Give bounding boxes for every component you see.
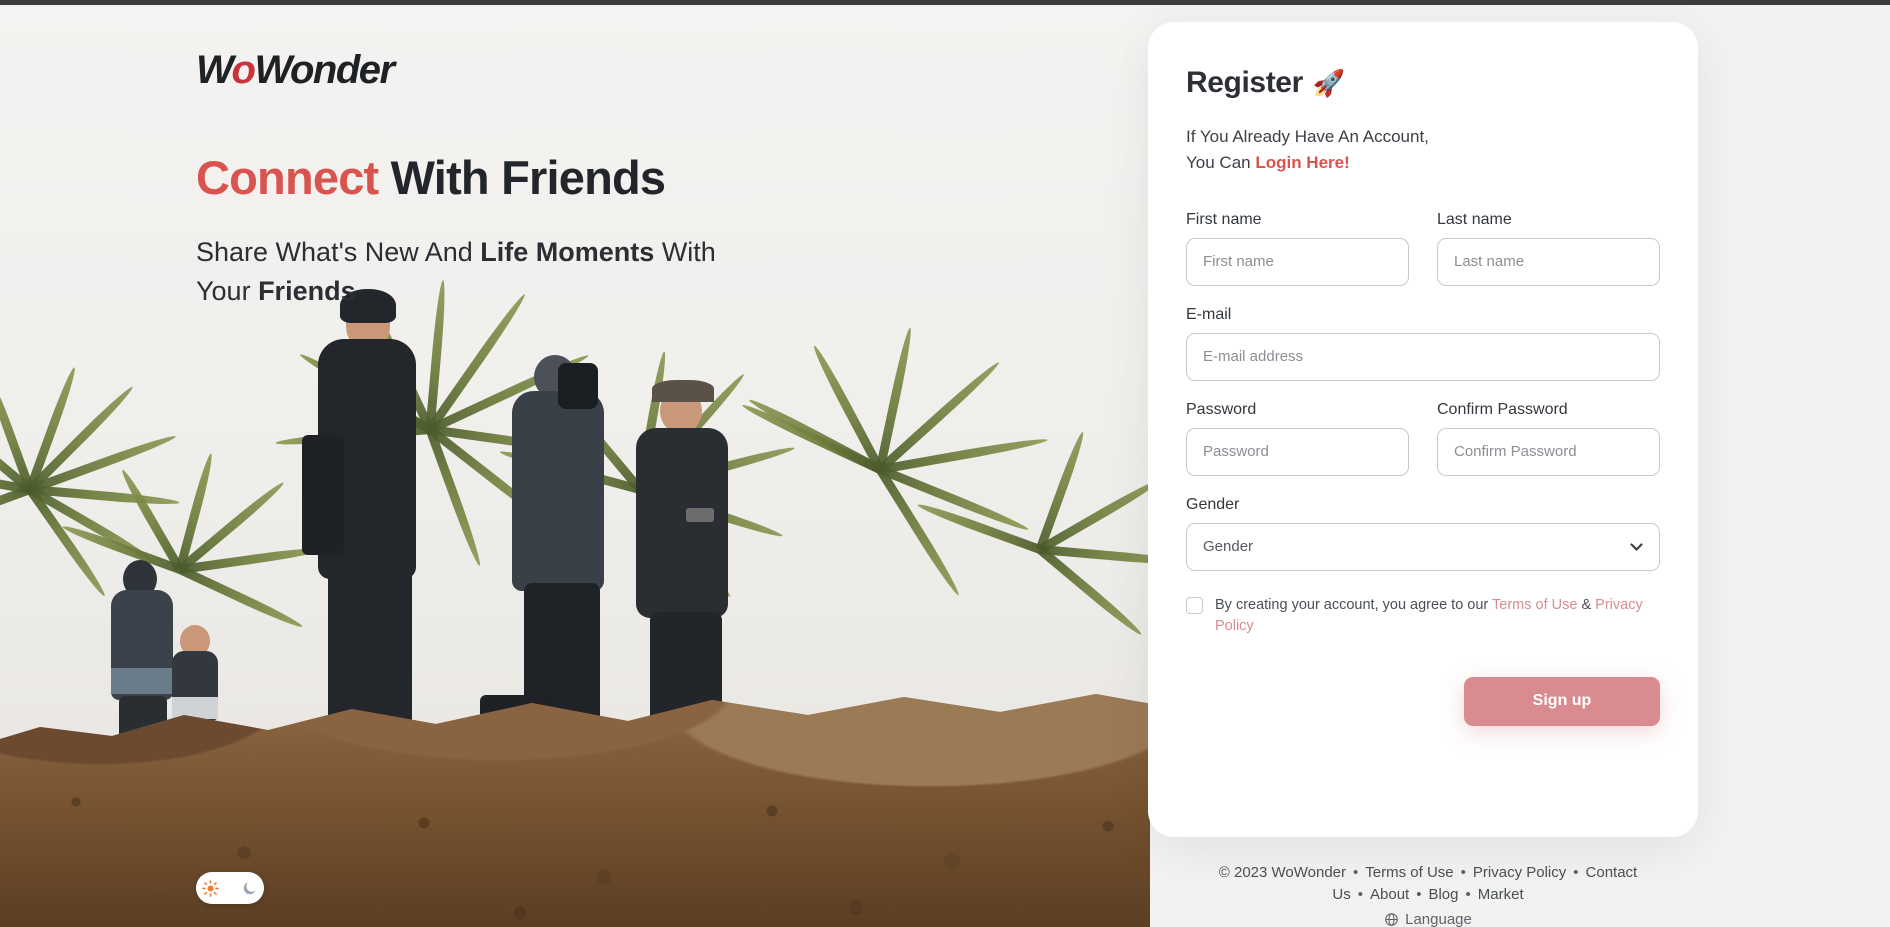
email-label: E-mail: [1186, 305, 1232, 323]
logo-part-2: Wonder: [254, 48, 395, 92]
footer: © 2023 WoWonder • Terms of Use • Privacy Pol…: [1148, 862, 1708, 927]
password-field-group: Password: [1186, 401, 1409, 476]
translate-icon: [1385, 913, 1398, 926]
footer-language-row: Language: [1148, 906, 1708, 927]
language-label: Language: [1405, 910, 1472, 927]
first-name-label: First name: [1186, 210, 1262, 228]
language-selector[interactable]: Language: [1384, 909, 1472, 927]
sun-icon[interactable]: [201, 879, 220, 898]
wowonder-logo[interactable]: WoWonder: [196, 48, 395, 92]
terms-text: By creating your account, you agree to o…: [1215, 595, 1660, 637]
last-name-label: Last name: [1437, 210, 1512, 228]
email-field-group: E-mail: [1186, 306, 1660, 381]
login-prompt: If You Already Have An Account, You Can …: [1186, 124, 1660, 177]
confirm-password-label: Confirm Password: [1437, 400, 1568, 418]
footer-link-privacy-policy[interactable]: Privacy Policy: [1473, 864, 1566, 881]
password-fields-row: Password Confirm Password: [1186, 401, 1660, 476]
confirm-password-field-group: Confirm Password: [1437, 401, 1660, 476]
footer-sep-1: •: [1353, 864, 1359, 881]
logo-red-o: o: [231, 48, 256, 92]
password-label: Password: [1186, 400, 1257, 418]
subline-bold-friends: Friends: [258, 275, 356, 306]
headline-rest: With Friends: [378, 151, 666, 204]
gender-label: Gender: [1186, 495, 1240, 513]
footer-link-blog[interactable]: Blog: [1428, 886, 1458, 903]
hero-headline: Connect With Friends: [196, 151, 916, 205]
signup-button-row: Sign up: [1186, 676, 1660, 726]
sign-up-button[interactable]: Sign up: [1464, 676, 1660, 726]
theme-mode-toggle[interactable]: [196, 872, 264, 904]
last-name-field-group: Last name: [1437, 211, 1660, 286]
terms-amp: &: [1577, 596, 1596, 613]
subline-part-a: Share What's New And: [196, 236, 481, 267]
terms-checkbox[interactable]: [1186, 596, 1203, 614]
page-title: Register: [1186, 66, 1303, 99]
terms-prefix: By creating your account, you agree to o…: [1215, 596, 1493, 613]
gender-select[interactable]: Gender: [1186, 522, 1660, 571]
subline-bold-life-moments: Life Moments: [480, 236, 655, 267]
footer-link-about[interactable]: About: [1370, 886, 1409, 903]
login-prompt-line1: If You Already Have An Account,: [1186, 127, 1429, 146]
hero-copy-block: WoWonder Connect With Friends Share What…: [196, 50, 916, 311]
headline-accent-word: Connect: [196, 151, 379, 204]
footer-sep-2: •: [1460, 864, 1466, 881]
terms-of-use-link[interactable]: Terms of Use: [1492, 597, 1577, 613]
rocket-icon: 🚀: [1312, 67, 1345, 98]
footer-sep-3: •: [1573, 864, 1579, 881]
first-name-field-group: First name: [1186, 211, 1409, 286]
email-input[interactable]: [1186, 332, 1660, 381]
confirm-password-input[interactable]: [1437, 427, 1660, 476]
footer-sep-4: •: [1357, 885, 1363, 903]
browser-chrome-bar: [0, 0, 1890, 5]
login-here-link[interactable]: Login Here!: [1255, 153, 1349, 172]
name-fields-row: First name Last name: [1186, 211, 1660, 286]
terms-agreement-row: By creating your account, you agree to o…: [1186, 595, 1660, 637]
logo-part-1: W: [196, 48, 233, 92]
footer-link-market[interactable]: Market: [1478, 886, 1524, 903]
register-title-row: Register 🚀: [1186, 66, 1660, 100]
first-name-input[interactable]: [1186, 237, 1409, 286]
register-card: Register 🚀 If You Already Have An Accoun…: [1148, 22, 1698, 837]
password-input[interactable]: [1186, 427, 1409, 476]
footer-sep-6: •: [1465, 885, 1471, 903]
hero-subline: Share What's New And Life Moments With Y…: [196, 233, 756, 311]
footer-sep-5: •: [1416, 885, 1422, 903]
footer-copyright: © 2023 WoWonder: [1218, 864, 1347, 881]
gender-field-group: Gender Gender: [1186, 496, 1660, 571]
last-name-input[interactable]: [1437, 237, 1660, 286]
footer-link-terms-of-use[interactable]: Terms of Use: [1365, 864, 1453, 881]
gender-select-wrapper: Gender: [1186, 522, 1660, 571]
login-prompt-line2: You Can: [1186, 153, 1256, 173]
moon-icon[interactable]: [240, 879, 259, 898]
